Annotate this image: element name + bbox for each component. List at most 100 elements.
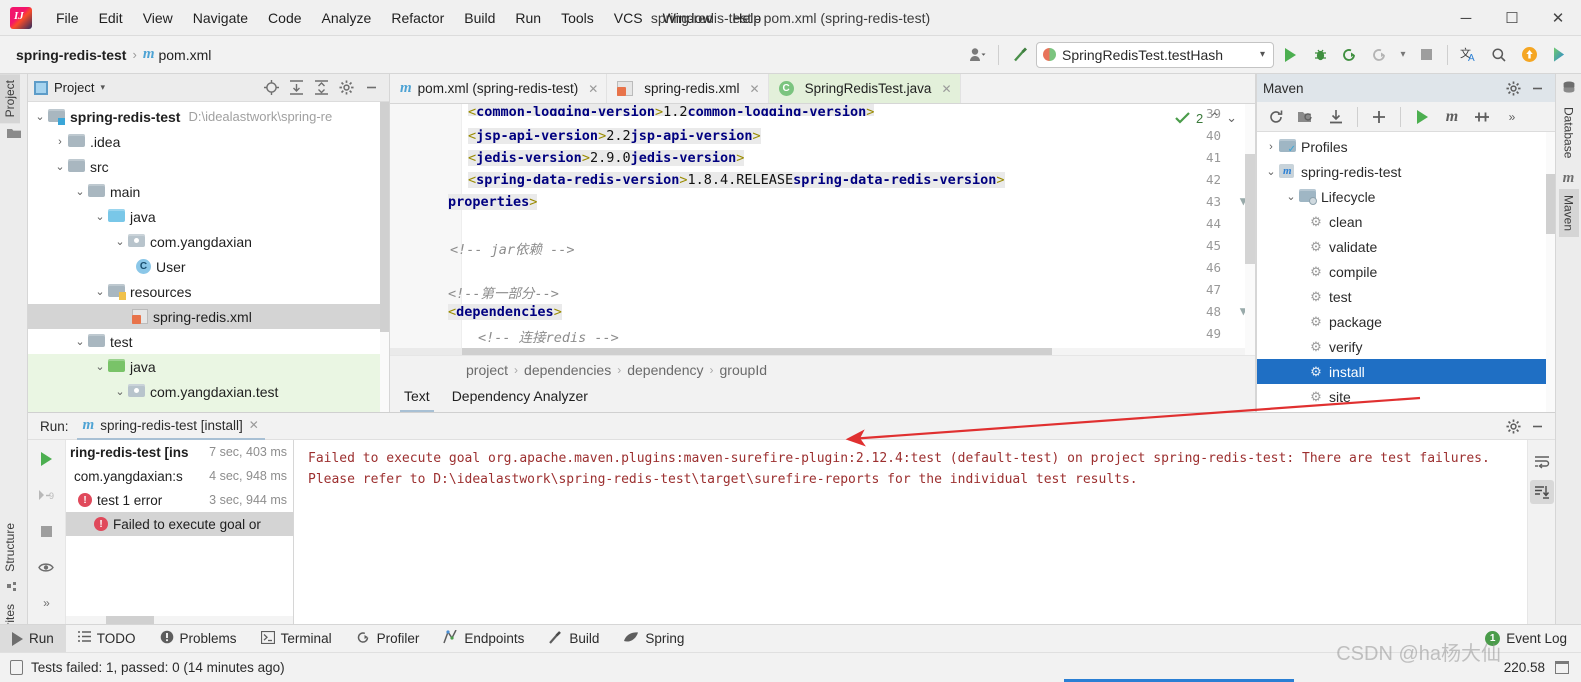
tree-row-idea[interactable]: › .idea bbox=[28, 129, 389, 154]
run-tree-row-test[interactable]: ! test 1 error 3 sec, 944 ms bbox=[66, 488, 293, 512]
bottom-tab-build[interactable]: Build bbox=[536, 625, 611, 653]
twisty-icon[interactable]: ⌄ bbox=[112, 385, 128, 398]
soft-wrap-icon[interactable] bbox=[1530, 450, 1554, 474]
bottom-tab-profiler[interactable]: Profiler bbox=[344, 625, 432, 653]
stop-button[interactable] bbox=[34, 518, 60, 544]
menu-view[interactable]: View bbox=[133, 7, 183, 29]
trash-icon[interactable] bbox=[1555, 661, 1569, 674]
database-icon[interactable] bbox=[1562, 78, 1576, 101]
bottom-tab-todo[interactable]: TODO bbox=[66, 625, 148, 653]
tree-row-main[interactable]: ⌄ main bbox=[28, 179, 389, 204]
chevron-down-icon[interactable]: ⌄ bbox=[1226, 110, 1237, 126]
run-tree-horizontal-scrollbar[interactable] bbox=[66, 616, 293, 624]
project-folder-icon[interactable] bbox=[0, 123, 27, 143]
tool-window-database[interactable]: Database bbox=[1559, 101, 1579, 164]
tree-row-main-java[interactable]: ⌄ java bbox=[28, 204, 389, 229]
profile-button[interactable] bbox=[1366, 42, 1394, 68]
more-options-icon[interactable]: » bbox=[1498, 104, 1526, 130]
twisty-icon[interactable]: ⌄ bbox=[92, 210, 108, 223]
hide-panel-icon[interactable] bbox=[1525, 414, 1549, 438]
chevron-down-icon[interactable]: ▾ bbox=[100, 82, 105, 93]
minimize-button[interactable]: ─ bbox=[1443, 0, 1489, 36]
bottom-tab-endpoints[interactable]: Endpoints bbox=[431, 625, 536, 653]
project-tree-scrollbar[interactable] bbox=[380, 102, 389, 412]
maven-goal-site[interactable]: ⚙ site bbox=[1257, 384, 1555, 409]
tree-row-package-com-yangdaxian-test[interactable]: ⌄ com.yangdaxian.test bbox=[28, 379, 389, 404]
reload-projects-icon[interactable] bbox=[1262, 104, 1290, 130]
editor-horizontal-scrollbar[interactable] bbox=[462, 348, 1245, 355]
hide-panel-icon[interactable] bbox=[1525, 76, 1549, 100]
tab-text[interactable]: Text bbox=[400, 388, 434, 413]
toggle-visibility-button[interactable] bbox=[34, 554, 60, 580]
twisty-icon[interactable]: › bbox=[1263, 141, 1279, 153]
editor-vertical-scrollbar[interactable] bbox=[1245, 104, 1255, 355]
run-tree-row-failure[interactable]: ! Failed to execute goal or bbox=[66, 512, 293, 536]
breadcrumb-project[interactable]: spring-redis-test bbox=[16, 47, 126, 63]
tree-row-resources[interactable]: ⌄ resources bbox=[28, 279, 389, 304]
twisty-icon[interactable]: ⌄ bbox=[112, 235, 128, 248]
editor-tab-pom-xml[interactable]: m pom.xml (spring-redis-test) ✕ bbox=[390, 74, 608, 103]
tool-window-project[interactable]: Project bbox=[0, 74, 20, 124]
status-message[interactable]: Tests failed: 1, passed: 0 (14 minutes a… bbox=[31, 660, 285, 675]
tree-row-spring-redis-test[interactable]: ⌄ spring-redis-test D:\idealastwork\spri… bbox=[28, 104, 389, 129]
close-icon[interactable]: ✕ bbox=[249, 418, 259, 432]
bottom-tab-problems[interactable]: Problems bbox=[148, 625, 249, 653]
close-icon[interactable]: ✕ bbox=[941, 82, 951, 96]
editor-tab-spring-redis-xml[interactable]: spring-redis.xml ✕ bbox=[607, 74, 769, 103]
twisty-icon[interactable]: ⌄ bbox=[72, 185, 88, 198]
memory-indicator[interactable]: 220.58 bbox=[1504, 660, 1545, 675]
twisty-icon[interactable]: ⌄ bbox=[92, 360, 108, 373]
translate-icon[interactable]: 文A bbox=[1455, 42, 1483, 68]
menu-window[interactable]: Window bbox=[653, 7, 723, 29]
tree-row-src[interactable]: ⌄ src bbox=[28, 154, 389, 179]
breadcrumb-dependencies[interactable]: dependencies bbox=[524, 362, 611, 378]
gear-icon[interactable] bbox=[334, 76, 358, 100]
tree-row-spring-redis-xml[interactable]: spring-redis.xml bbox=[28, 304, 389, 329]
tree-row-test-java[interactable]: ⌄ java bbox=[28, 354, 389, 379]
maven-tree-scrollbar[interactable] bbox=[1546, 132, 1555, 412]
add-maven-project-icon[interactable] bbox=[1365, 104, 1393, 130]
bottom-tab-terminal[interactable]: Terminal bbox=[249, 625, 344, 653]
tool-window-maven[interactable]: Maven bbox=[1558, 189, 1579, 238]
user-account-icon[interactable] bbox=[963, 42, 991, 68]
breadcrumb-file[interactable]: pom.xml bbox=[158, 47, 211, 63]
search-everywhere-icon[interactable] bbox=[1545, 42, 1573, 68]
twisty-icon[interactable]: ⌄ bbox=[92, 285, 108, 298]
run-result-tree[interactable]: ring-redis-test [ins 7 sec, 403 ms com.y… bbox=[66, 440, 294, 624]
maven-goal-install[interactable]: ⚙ install bbox=[1257, 359, 1555, 384]
run-console[interactable]: Failed to execute goal org.apache.maven.… bbox=[294, 440, 1527, 624]
tool-window-structure[interactable]: Structure bbox=[0, 517, 20, 578]
expand-all-icon[interactable] bbox=[284, 76, 308, 100]
close-icon[interactable]: ✕ bbox=[588, 82, 598, 96]
maven-goal-clean[interactable]: ⚙ clean bbox=[1257, 209, 1555, 234]
tree-row-package-com-yangdaxian[interactable]: ⌄ com.yangdaxian bbox=[28, 229, 389, 254]
twisty-icon[interactable]: ⌄ bbox=[72, 335, 88, 348]
menu-file[interactable]: File bbox=[46, 7, 89, 29]
menu-navigate[interactable]: Navigate bbox=[183, 7, 258, 29]
build-hammer-icon[interactable] bbox=[1006, 42, 1034, 68]
menu-edit[interactable]: Edit bbox=[89, 7, 133, 29]
run-button[interactable] bbox=[1276, 42, 1304, 68]
locate-file-icon[interactable] bbox=[259, 76, 283, 100]
maven-goal-package[interactable]: ⚙ package bbox=[1257, 309, 1555, 334]
twisty-icon[interactable]: ⌄ bbox=[32, 110, 48, 123]
event-log-button[interactable]: Event Log bbox=[1506, 631, 1567, 646]
search-icon[interactable] bbox=[1485, 42, 1513, 68]
bottom-tab-spring[interactable]: Spring bbox=[611, 625, 696, 653]
download-sources-icon[interactable] bbox=[1322, 104, 1350, 130]
scroll-to-end-icon[interactable] bbox=[1529, 480, 1554, 504]
twisty-icon[interactable]: ⌄ bbox=[1283, 190, 1299, 203]
stop-button[interactable] bbox=[1412, 42, 1440, 68]
tab-dependency-analyzer[interactable]: Dependency Analyzer bbox=[452, 388, 588, 407]
menu-code[interactable]: Code bbox=[258, 7, 311, 29]
maven-node-lifecycle[interactable]: ⌄ Lifecycle bbox=[1257, 184, 1555, 209]
generate-sources-icon[interactable] bbox=[1292, 104, 1320, 130]
run-configuration-selector[interactable]: SpringRedisTest.testHash ▾ bbox=[1036, 41, 1274, 68]
run-maven-goal-icon[interactable] bbox=[1408, 104, 1436, 130]
chevron-up-icon[interactable]: ⌃ bbox=[1209, 110, 1220, 126]
gear-icon[interactable] bbox=[1501, 414, 1525, 438]
close-button[interactable]: ✕ bbox=[1535, 0, 1581, 36]
bottom-tab-run[interactable]: Run bbox=[0, 624, 66, 653]
menu-build[interactable]: Build bbox=[454, 7, 505, 29]
debug-button[interactable] bbox=[1306, 42, 1334, 68]
